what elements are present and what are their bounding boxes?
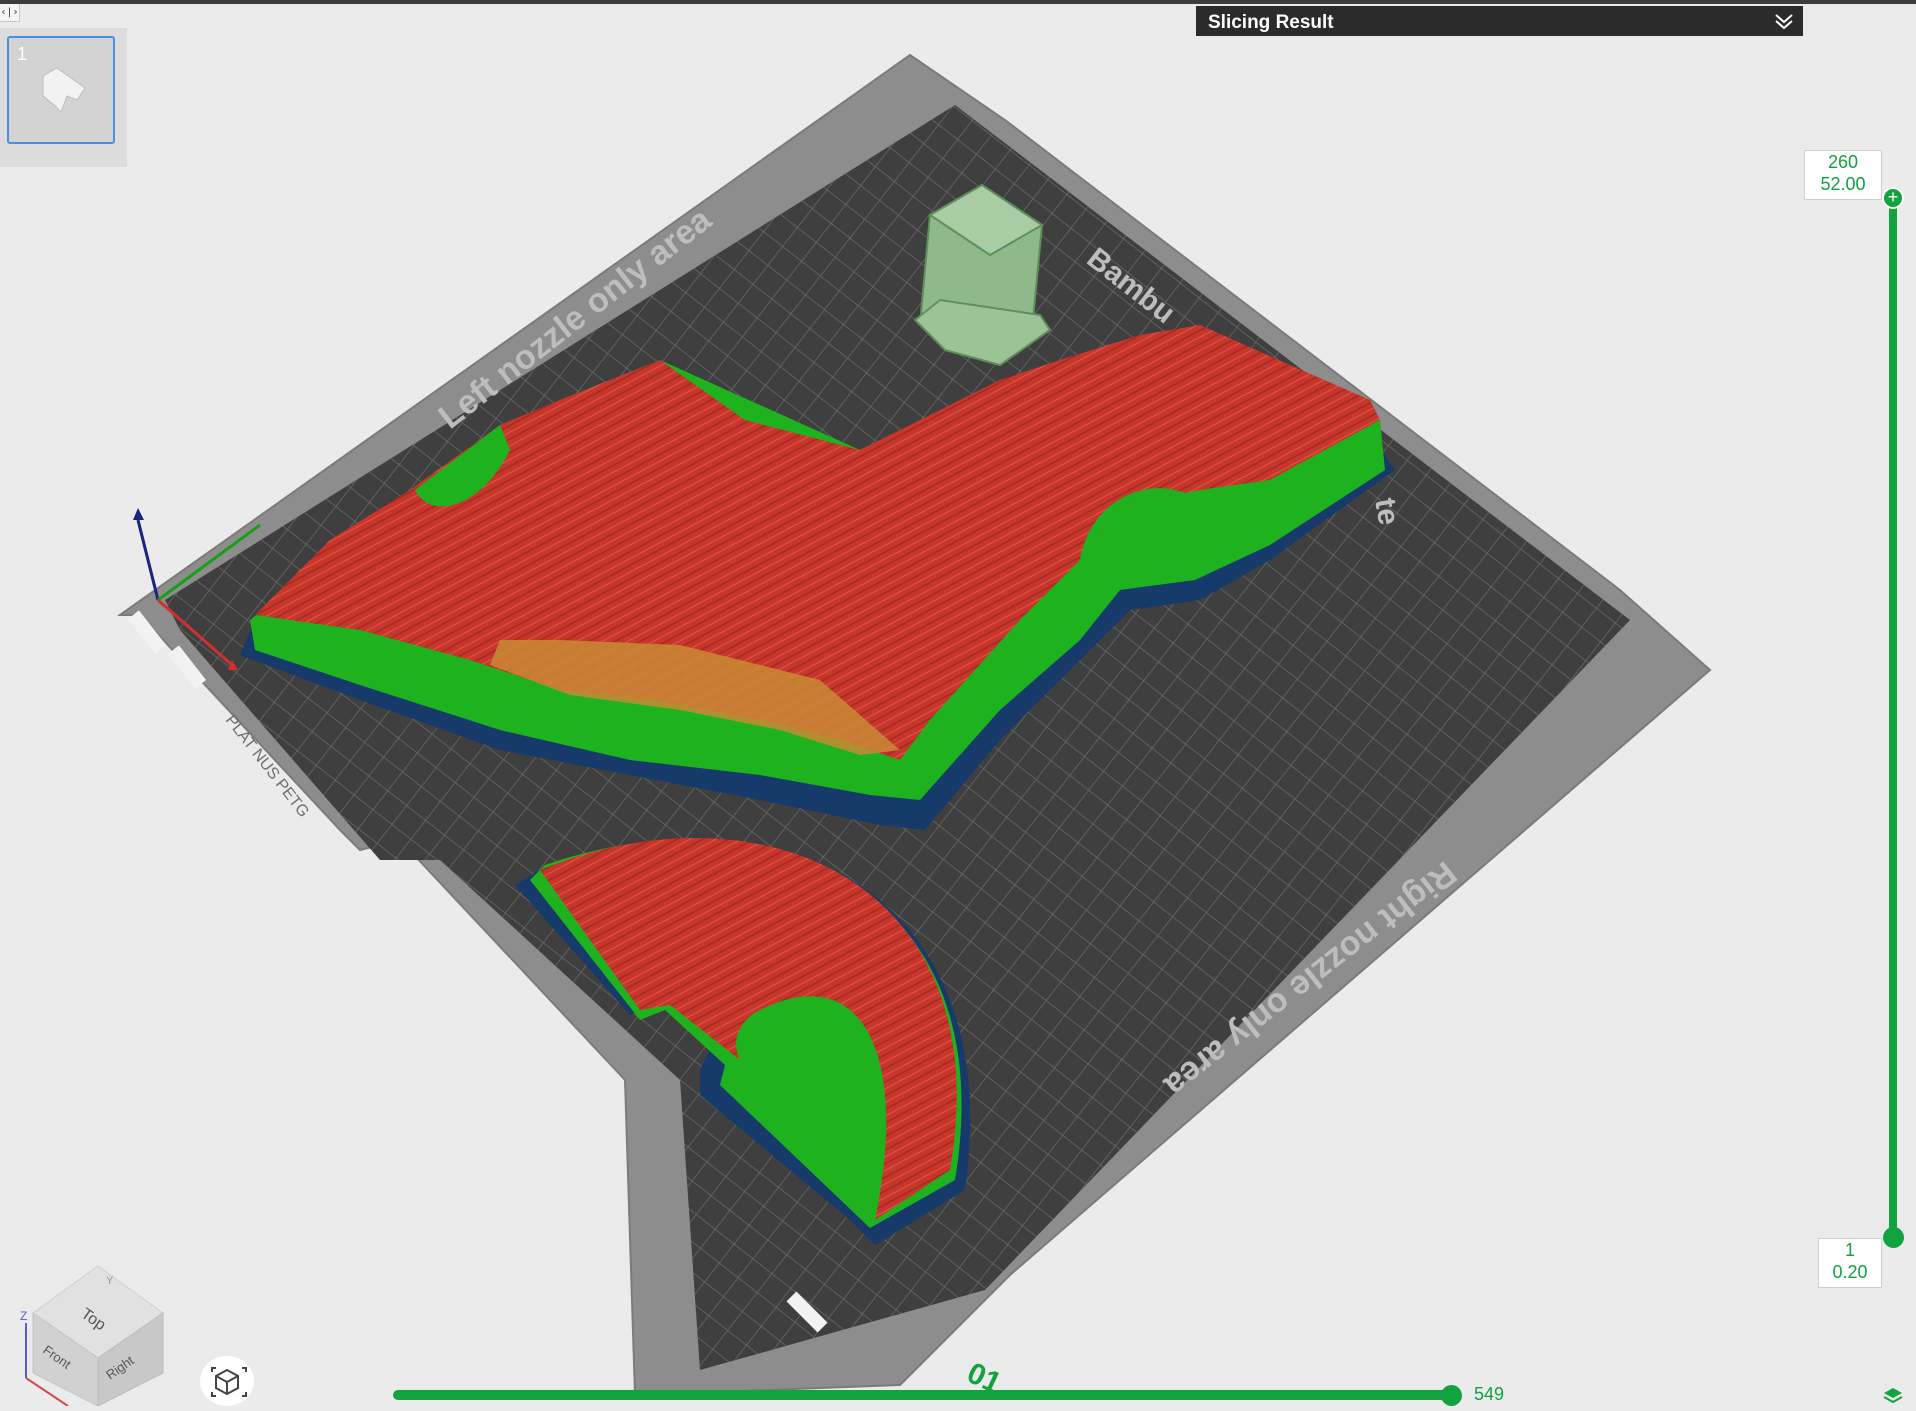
layer-slider-track[interactable] xyxy=(1889,197,1897,1237)
reset-view-icon xyxy=(211,1367,247,1397)
reset-view-button[interactable] xyxy=(200,1356,254,1406)
slicing-result-title: Slicing Result xyxy=(1208,12,1334,33)
move-slider-handle[interactable] xyxy=(1441,1385,1462,1406)
view-cube[interactable]: Z Y Top Front Right xyxy=(18,1248,168,1406)
viewport-3d-scene[interactable]: Left nozzle only area Right nozzle only … xyxy=(0,0,1916,1406)
layers-icon[interactable] xyxy=(1882,1386,1904,1406)
bottom-layer-number: 1 xyxy=(1844,1240,1855,1260)
double-chevron-down-icon[interactable] xyxy=(1773,10,1795,32)
move-slider-value: 549 xyxy=(1474,1384,1505,1404)
layer-slider-bottom-handle[interactable] xyxy=(1883,1227,1904,1248)
view-cube-axis-z: Z xyxy=(20,1309,27,1323)
bottom-layer-height: 0.20 xyxy=(1832,1262,1868,1282)
move-slider-track[interactable] xyxy=(393,1390,1458,1400)
top-layer-number: 260 xyxy=(1827,152,1859,172)
view-cube-axis-y: Y xyxy=(106,1275,114,1287)
layer-slider-top-label: 260 52.00 xyxy=(1804,150,1882,200)
slicing-result-panel-header[interactable]: Slicing Result xyxy=(1196,6,1803,36)
bed-plate-type-label: te xyxy=(1368,495,1405,527)
layer-slider-top-handle[interactable]: + xyxy=(1882,187,1904,209)
top-layer-height: 52.00 xyxy=(1820,174,1866,194)
layer-slider-bottom-label: 1 0.20 xyxy=(1818,1238,1882,1288)
